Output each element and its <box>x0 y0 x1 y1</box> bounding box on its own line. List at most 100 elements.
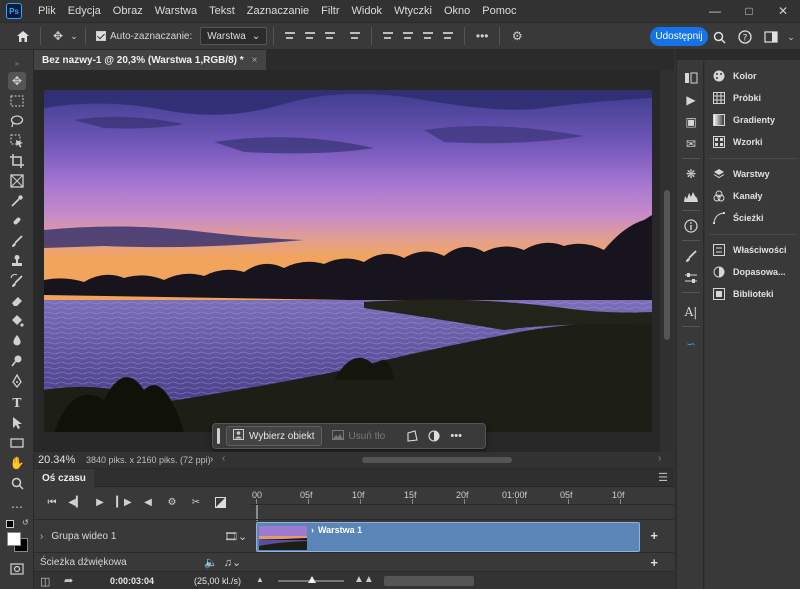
music-note-icon[interactable]: ♫⌄ <box>224 556 241 569</box>
menu-filter[interactable]: Filtr <box>315 5 345 17</box>
minimize-icon[interactable]: — <box>698 0 732 22</box>
distribute-vertical-icon[interactable] <box>441 29 455 43</box>
first-frame-icon[interactable]: ⏮ <box>42 493 62 511</box>
menu-file[interactable]: Plik <box>32 5 62 17</box>
sliders-icon[interactable] <box>683 270 699 286</box>
remove-background-button[interactable]: Usuń tło <box>326 426 392 446</box>
speaker-icon[interactable]: 🔈 <box>204 556 218 569</box>
add-media-button[interactable]: + <box>650 528 658 543</box>
chevron-down-icon[interactable]: ⌄ <box>786 26 796 48</box>
menu-edit[interactable]: Edycja <box>62 5 107 17</box>
zoom-out-mountain-icon[interactable]: ▲ <box>256 575 264 584</box>
transform-icon[interactable] <box>401 426 423 446</box>
dodge-tool-icon[interactable] <box>8 352 26 370</box>
audio-mute-icon[interactable]: ◀ <box>138 493 158 511</box>
notes-icon[interactable]: ✉ <box>683 136 699 152</box>
align-left-icon[interactable] <box>283 29 297 43</box>
panel-item-channels[interactable]: Kanały <box>713 187 763 205</box>
clone-stamp-tool-icon[interactable] <box>8 252 26 270</box>
panel-item-libraries[interactable]: Biblioteki <box>713 285 774 303</box>
marquee-tool-icon[interactable] <box>8 92 26 110</box>
split-clip-icon[interactable]: ✂ <box>186 493 206 511</box>
brush-settings-icon[interactable] <box>683 248 699 264</box>
film-strip-icon[interactable]: 🎞⌄ <box>224 530 247 543</box>
menu-select[interactable]: Zaznaczanie <box>241 5 315 17</box>
pen-tool-icon[interactable] <box>8 372 26 390</box>
history-brush-tool-icon[interactable] <box>8 272 26 290</box>
history-icon[interactable] <box>683 70 699 86</box>
help-icon[interactable]: ? <box>734 26 756 48</box>
menu-image[interactable]: Obraz <box>107 5 149 17</box>
character-icon[interactable]: A| <box>683 304 699 320</box>
more-taskbar-options-button[interactable]: ••• <box>445 426 467 446</box>
workspace-icon[interactable] <box>760 26 782 48</box>
zoom-tool-icon[interactable] <box>8 474 26 492</box>
type-tool-icon[interactable]: T <box>8 394 26 412</box>
document-tab[interactable]: Bez nazwy-1 @ 20,3% (Warstwa 1,RGB/8) * … <box>34 50 266 70</box>
render-video-icon[interactable]: ◫ <box>40 575 50 588</box>
menu-layer[interactable]: Warstwa <box>149 5 203 17</box>
object-selection-tool-icon[interactable] <box>8 132 26 150</box>
panel-menu-icon[interactable]: ☰ <box>658 471 668 484</box>
transition-icon[interactable] <box>210 493 230 511</box>
layer-group-select[interactable]: Warstwa ⌄ <box>200 27 268 45</box>
chevron-down-icon[interactable]: ⌄ <box>69 25 79 47</box>
scrollbar-thumb[interactable] <box>664 190 670 340</box>
more-tools-icon[interactable]: ⋯ <box>8 498 26 516</box>
brush-tool-icon[interactable] <box>8 232 26 250</box>
swap-colors-icon[interactable]: ↺ <box>22 518 29 527</box>
paint-bucket-tool-icon[interactable] <box>8 312 26 330</box>
path-selection-tool-icon[interactable] <box>8 414 26 432</box>
select-subject-button[interactable]: Wybierz obiekt <box>226 426 322 446</box>
maximize-icon[interactable]: □ <box>732 0 766 22</box>
foreground-color-swatch[interactable] <box>7 532 21 546</box>
status-chevron-icon[interactable]: › <box>210 454 213 465</box>
panel-item-adjustments[interactable]: Dopasowa... <box>713 263 786 281</box>
rectangle-tool-icon[interactable] <box>8 434 26 452</box>
frame-tool-icon[interactable] <box>8 172 26 190</box>
video-clip[interactable]: › Warstwa 1 <box>256 522 640 552</box>
info-icon[interactable] <box>683 218 699 234</box>
collapse-toolbar-icon[interactable]: » <box>8 54 26 72</box>
home-icon[interactable] <box>12 25 34 47</box>
timeline-tab[interactable]: Oś czasu <box>34 469 94 487</box>
healing-brush-tool-icon[interactable] <box>8 212 26 230</box>
hand-tool-icon[interactable]: ✋ <box>8 454 26 472</box>
panel-item-gradients[interactable]: Gradienty <box>713 111 775 129</box>
panel-item-color[interactable]: Kolor <box>713 67 757 85</box>
move-tool-icon[interactable]: ✥ <box>8 72 26 90</box>
add-audio-button[interactable]: + <box>650 555 658 570</box>
menu-type[interactable]: Tekst <box>203 5 241 17</box>
default-colors-icon[interactable] <box>6 520 14 528</box>
menu-plugins[interactable]: Wtyczki <box>388 5 438 17</box>
align-bottom-icon[interactable] <box>421 29 435 43</box>
panel-item-patterns[interactable]: Wzorki <box>713 133 763 151</box>
more-options-button[interactable]: ••• <box>471 25 493 47</box>
scroll-right-icon[interactable]: › <box>658 453 661 464</box>
align-middle-icon[interactable] <box>401 29 415 43</box>
panel-item-layers[interactable]: Warstwy <box>713 165 770 183</box>
timeline-ruler[interactable]: 00 05f 10f 15f 20f 01:00f 05f 10f <box>250 487 674 505</box>
slider-thumb[interactable] <box>308 576 316 583</box>
gear-icon[interactable]: ⚙ <box>506 25 528 47</box>
previous-frame-icon[interactable]: ◀▎ <box>66 493 86 511</box>
panel-item-swatches[interactable]: Próbki <box>713 89 761 107</box>
align-right-icon[interactable] <box>323 29 337 43</box>
eyedropper-tool-icon[interactable] <box>8 192 26 210</box>
menu-window[interactable]: Okno <box>438 5 476 17</box>
eraser-tool-icon[interactable] <box>8 292 26 310</box>
drag-handle[interactable] <box>217 428 220 444</box>
quick-mask-icon[interactable] <box>8 560 26 578</box>
expand-chevron-icon[interactable]: › <box>40 531 43 542</box>
search-icon[interactable] <box>708 26 730 48</box>
document-canvas[interactable] <box>44 90 652 432</box>
crop-tool-icon[interactable] <box>8 152 26 170</box>
play-icon[interactable]: ▶ <box>90 493 110 511</box>
scrollbar-thumb[interactable] <box>362 457 512 463</box>
panel-item-properties[interactable]: Właściwości <box>713 241 787 259</box>
navigator-icon[interactable]: ❋ <box>683 166 699 182</box>
timeline-zoom-slider[interactable] <box>278 576 344 583</box>
distribute-icon[interactable] <box>348 29 362 43</box>
auto-select-checkbox[interactable] <box>96 31 106 41</box>
share-button[interactable]: Udostępnij <box>650 27 708 46</box>
